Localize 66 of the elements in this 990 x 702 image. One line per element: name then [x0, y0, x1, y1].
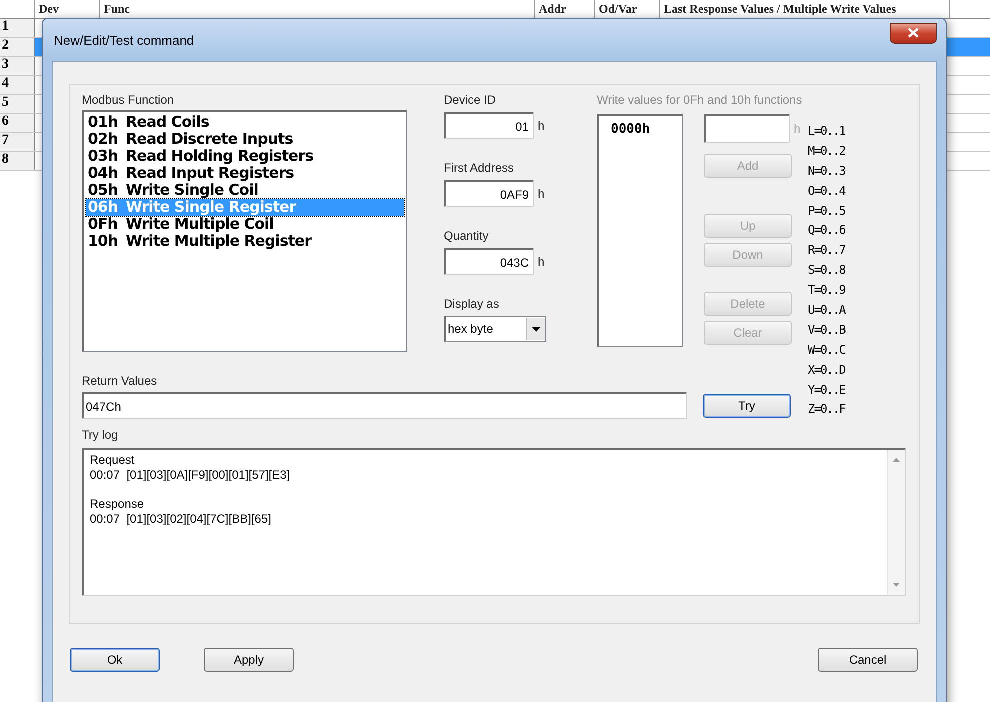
legend-line: O=0..4 [808, 182, 846, 200]
write-value-item[interactable]: 0000h [601, 118, 680, 137]
legend-line: S=0..8 [808, 262, 846, 280]
dropdown-arrow-icon [532, 326, 540, 332]
dialog-button[interactable]: Apply [204, 648, 294, 672]
row-number: 1 [0, 19, 35, 37]
legend-line: N=0..3 [808, 162, 846, 180]
legend-line: Y=0..E [808, 382, 846, 399]
dialog-button[interactable]: Cancel [818, 648, 918, 672]
row-number: 4 [0, 76, 35, 94]
function-item[interactable]: 05h Write Single Coil [86, 182, 404, 199]
legend-line: T=0..9 [808, 282, 846, 300]
log-line: 00:07 [01][03][0A][F9][00][01][57][E3] [90, 468, 292, 484]
legend-line: M=0..2 [808, 142, 846, 160]
dialog-button[interactable]: Ok [70, 648, 160, 672]
hex-input-field[interactable]: 01 [444, 112, 534, 139]
section-label: Write values for 0Fh and 10h functions [597, 93, 804, 109]
field-label: Modbus Function [82, 93, 176, 109]
legend-line: R=0..7 [808, 242, 846, 260]
row-number: 7 [0, 133, 35, 151]
field-label: Quantity [444, 229, 490, 245]
legend-line: P=0..5 [808, 202, 846, 220]
function-item[interactable]: 10h Write Multiple Register [86, 233, 404, 250]
legend-line: W=0..C [808, 342, 846, 359]
unit-label: h [794, 122, 801, 136]
hex-input-field[interactable]: 043C [444, 248, 534, 275]
legend-line: X=0..D [808, 362, 846, 379]
function-list[interactable]: 01h Read Coils 02h Read Discrete Inputs 03h Read Holding Registers 04h Read Input Registers 05h Write Single Coil 06h Write Single Register 0Fh Write Multiple Coil 10h Write Multiple Register [82, 110, 407, 352]
function-item[interactable]: 0Fh Write Multiple Coil [86, 216, 404, 233]
function-item[interactable]: 01h Read Coils [86, 114, 404, 131]
unit-label: h [538, 186, 545, 200]
function-item[interactable]: 03h Read Holding Registers [86, 148, 404, 165]
scroll-down-icon[interactable] [893, 583, 900, 588]
function-item[interactable]: 04h Read Input Registers [86, 165, 404, 182]
row-number: 3 [0, 57, 35, 75]
write-values-list[interactable]: 0000h [597, 114, 683, 347]
unit-label: h [538, 254, 545, 268]
row-number: 2 [0, 38, 35, 56]
legend-line: V=0..B [808, 322, 846, 339]
row-number: 5 [0, 95, 35, 113]
scrollbar[interactable] [887, 450, 905, 596]
field-label: First Address [444, 161, 516, 177]
legend-line: U=0..A [808, 302, 846, 320]
field-label: Return Values [82, 374, 158, 390]
close-button[interactable] [890, 22, 937, 44]
legend-line: Z=0..F [808, 401, 846, 418]
function-item[interactable]: 02h Read Discrete Inputs [86, 131, 404, 148]
window-title: New/Edit/Test command [53, 32, 194, 48]
field-label: Try log [82, 428, 120, 444]
log-title: Response [90, 497, 146, 512]
value-input-field[interactable] [704, 114, 790, 143]
log-title: Request [90, 453, 136, 468]
unit-label: h [538, 118, 545, 132]
field-label: Display as [444, 297, 500, 313]
try-button[interactable]: Try [703, 394, 791, 418]
return-values-field[interactable]: 047Ch [82, 392, 687, 419]
close-icon [908, 28, 919, 38]
hex-input-field[interactable]: 0AF9 [444, 180, 534, 207]
row-number: 8 [0, 152, 35, 170]
log-line: 00:07 [01][03][02][04][7C][BB][65] [90, 512, 272, 528]
row-number: 6 [0, 114, 35, 132]
legend-line: Q=0..6 [808, 222, 846, 240]
legend-line: L=0..1 [808, 123, 846, 140]
field-label: Device ID [444, 93, 498, 109]
display-dropdown[interactable]: hex byte [444, 316, 546, 342]
scroll-up-icon[interactable] [893, 458, 900, 462]
